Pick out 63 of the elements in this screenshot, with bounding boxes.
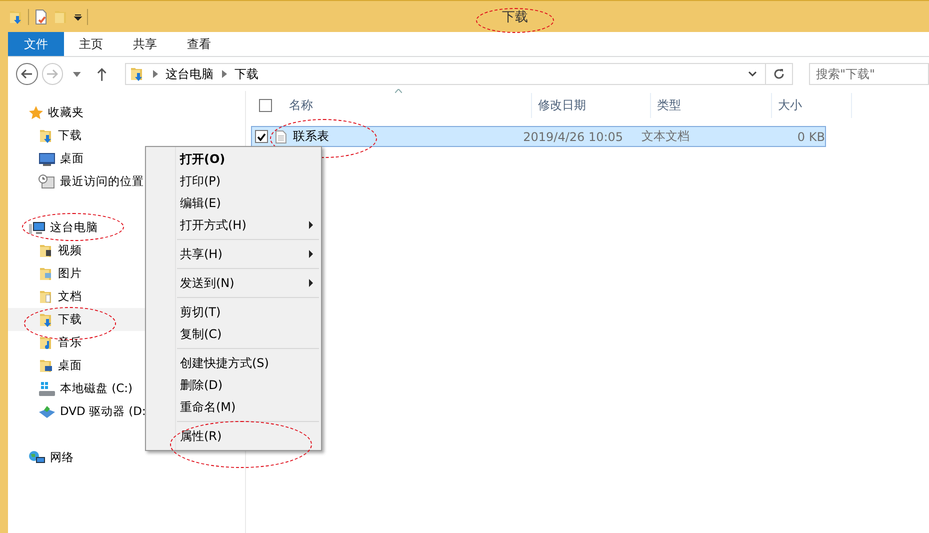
nav-item[interactable]: 收藏夹 xyxy=(8,101,245,124)
checkbox[interactable] xyxy=(255,130,268,143)
back-arrow-icon xyxy=(20,69,33,79)
nav-item[interactable]: 网络 xyxy=(8,446,245,469)
drive-icon xyxy=(38,380,56,396)
address-bar[interactable]: 这台电脑 下载 xyxy=(124,63,793,85)
folder-icon xyxy=(38,334,54,350)
ribbon-tab[interactable]: 查看 xyxy=(172,32,226,56)
recent-places-icon xyxy=(38,174,56,190)
folder-icon xyxy=(38,358,54,374)
menu-item[interactable]: 打开方式(H) xyxy=(146,214,321,236)
size-cell-text: 0 KB xyxy=(796,130,825,144)
ribbon-tab[interactable]: 共享 xyxy=(118,32,172,56)
download-folder-icon xyxy=(8,8,24,24)
menu-item[interactable]: 重命名(M) xyxy=(146,396,321,418)
breadcrumb[interactable]: 下载 xyxy=(234,66,259,82)
ribbon-tab[interactable]: 主页 xyxy=(64,32,118,56)
refresh-icon xyxy=(773,68,785,80)
sort-caret-icon xyxy=(394,89,402,93)
file-row[interactable]: 联系表 2019/4/26 10:05 文本文档 0 KB xyxy=(251,126,826,147)
download-folder-icon xyxy=(38,128,54,144)
text-file-icon xyxy=(274,130,287,144)
submenu-arrow-icon xyxy=(309,221,313,229)
menu-item[interactable]: 发送到(N) xyxy=(146,272,321,294)
menu-item[interactable]: 创建快捷方式(S) xyxy=(146,352,321,374)
chevron-icon[interactable] xyxy=(152,70,158,78)
type-cell-text: 文本文档 xyxy=(640,128,690,145)
submenu-arrow-icon xyxy=(309,279,313,287)
column-header[interactable]: 名称 xyxy=(283,93,532,118)
download-folder-icon xyxy=(128,66,145,82)
star-icon xyxy=(28,104,44,120)
forward-arrow-icon xyxy=(46,69,58,79)
menu-item[interactable]: 编辑(E) xyxy=(146,192,321,214)
chevron-icon[interactable] xyxy=(222,70,227,78)
computer-icon xyxy=(28,220,46,236)
menu-item[interactable]: 删除(D) xyxy=(146,374,321,396)
back-button[interactable] xyxy=(16,63,38,85)
breadcrumb[interactable]: 这台电脑 xyxy=(166,66,214,82)
monitor-icon xyxy=(38,150,56,166)
dropdown-icon[interactable] xyxy=(73,12,83,22)
network-icon xyxy=(28,450,46,466)
column-header[interactable]: 类型 xyxy=(651,93,772,118)
submenu-arrow-icon xyxy=(309,250,313,258)
folder-icon xyxy=(38,266,54,282)
nav-item[interactable]: 下载 xyxy=(8,124,245,147)
window-title: 下载 xyxy=(502,10,528,25)
column-header[interactable]: 大小 xyxy=(772,93,852,118)
menu-item[interactable]: 打印(P) xyxy=(146,170,321,192)
download-folder-icon xyxy=(38,312,54,328)
folder-icon xyxy=(38,288,54,304)
menu-item[interactable]: 属性(R) xyxy=(146,425,321,447)
folder-icon xyxy=(38,242,54,258)
ribbon-tab[interactable]: 文件 xyxy=(8,32,64,56)
search-field[interactable]: 搜索"下载" xyxy=(809,63,929,85)
properties-icon[interactable] xyxy=(33,8,49,24)
modified-cell-text: 2019/4/26 10:05 xyxy=(522,130,624,144)
menu-item[interactable]: 打开(O) xyxy=(146,148,321,170)
file-name: 联系表 xyxy=(292,128,329,145)
menu-item[interactable]: 共享(H) xyxy=(146,243,321,265)
disc-drive-icon xyxy=(38,404,56,420)
column-header[interactable]: 修改日期 xyxy=(532,93,651,118)
folder-icon xyxy=(53,8,69,24)
select-all-checkbox[interactable] xyxy=(259,99,272,112)
